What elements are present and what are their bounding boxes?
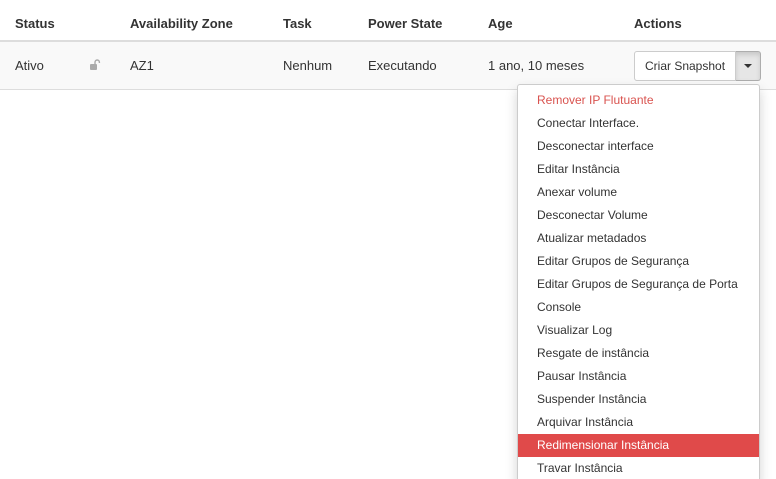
menu-item[interactable]: Editar Grupos de Segurança de Porta <box>518 273 759 296</box>
menu-item[interactable]: Editar Instância <box>518 158 759 181</box>
menu-item[interactable]: Desconectar Volume <box>518 204 759 227</box>
menu-item[interactable]: Atualizar metadados <box>518 227 759 250</box>
menu-item[interactable]: Anexar volume <box>518 181 759 204</box>
actions-menu-list: Remover IP Flutuante Conectar Interface. D… <box>518 85 759 479</box>
create-snapshot-button[interactable]: Criar Snapshot <box>634 51 737 81</box>
menu-item[interactable]: Redimensionar Instância <box>518 434 759 457</box>
header-age[interactable]: Age <box>488 16 513 31</box>
actions-dropdown-menu: Remover IP Flutuante Conectar Interface. D… <box>517 84 760 479</box>
header-task[interactable]: Task <box>283 16 312 31</box>
menu-item[interactable]: Arquivar Instância <box>518 411 759 434</box>
menu-item[interactable]: Editar Grupos de Segurança <box>518 250 759 273</box>
menu-item[interactable]: Remover IP Flutuante <box>518 89 759 112</box>
menu-item[interactable]: Console <box>518 296 759 319</box>
status-cell: Ativo <box>15 58 44 73</box>
header-actions: Actions <box>634 16 682 31</box>
caret-down-icon <box>744 64 753 68</box>
availability-zone-cell: AZ1 <box>130 58 154 73</box>
menu-item[interactable]: Travar Instância <box>518 457 759 479</box>
header-availability-zone[interactable]: Availability Zone <box>130 16 233 31</box>
task-cell: Nenhum <box>283 58 333 73</box>
menu-item[interactable]: Visualizar Log <box>518 319 759 342</box>
actions-button-group: Criar Snapshot <box>634 51 762 81</box>
menu-item[interactable]: Conectar Interface. <box>518 112 759 135</box>
actions-dropdown-toggle[interactable] <box>736 51 762 81</box>
table-header-row: Status Availability Zone Task Power Stat… <box>0 0 776 42</box>
menu-item[interactable]: Resgate de instância <box>518 342 759 365</box>
menu-item[interactable]: Suspender Instância <box>518 388 759 411</box>
unlocked-padlock-icon <box>89 59 101 71</box>
header-status[interactable]: Status <box>15 16 55 31</box>
menu-item[interactable]: Desconectar interface <box>518 135 759 158</box>
menu-item[interactable]: Pausar Instância <box>518 365 759 388</box>
power-state-cell: Executando <box>368 58 437 73</box>
table-row: Ativo AZ1 Nenhum Executando 1 ano, 10 me… <box>0 42 776 90</box>
header-power-state[interactable]: Power State <box>368 16 442 31</box>
age-cell: 1 ano, 10 meses <box>488 58 585 73</box>
